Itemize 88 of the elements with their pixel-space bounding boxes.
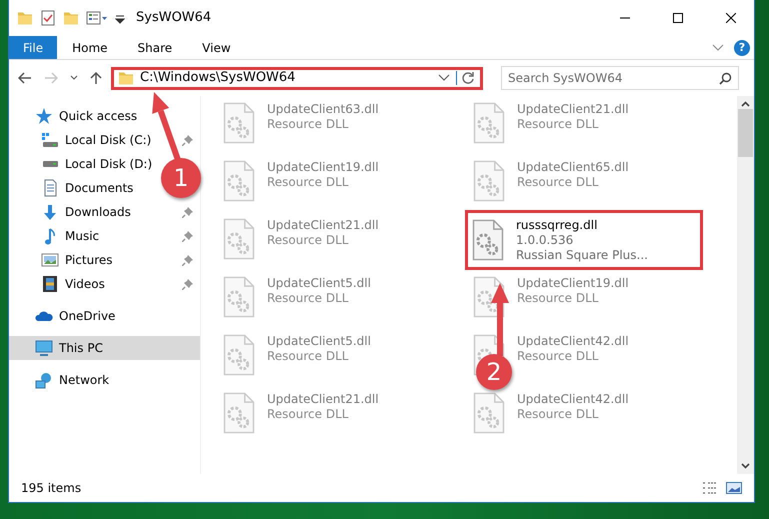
- network-globe-icon: [35, 372, 53, 388]
- scroll-up-icon[interactable]: [741, 101, 750, 107]
- dll-file-icon: [221, 392, 257, 434]
- file-name: UpdateClient21.dll: [267, 392, 379, 407]
- up-arrow-icon: [90, 71, 102, 85]
- scrollbar-thumb[interactable]: [738, 109, 753, 157]
- file-name: UpdateClient63.dll: [267, 102, 379, 117]
- dll-file-icon: [471, 102, 507, 144]
- large-icons-view-icon[interactable]: [726, 481, 742, 495]
- quick-access-star-icon: [35, 107, 53, 125]
- drive-icon: [41, 132, 59, 148]
- scrollbar[interactable]: [737, 96, 754, 474]
- search-icon: [719, 72, 732, 85]
- file-detail: Resource DLL: [267, 117, 348, 132]
- file-name: UpdateClient42.dll: [517, 334, 629, 349]
- file-name: UpdateClient5.dll: [267, 334, 371, 349]
- file-name: UpdateClient21.dll: [267, 218, 379, 233]
- sidebar-item[interactable]: Network: [33, 369, 112, 391]
- back-arrow-icon: [18, 72, 32, 84]
- dll-file-icon: [471, 160, 507, 202]
- file-name: UpdateClient65.dll: [517, 160, 629, 175]
- file-detail: 1.0.0.536: [516, 232, 574, 248]
- file-detail: Resource DLL: [267, 349, 348, 364]
- file-detail: Resource DLL: [517, 291, 598, 306]
- music-note-icon: [44, 228, 56, 244]
- dll-file-icon: [471, 392, 507, 434]
- download-arrow-icon: [43, 204, 57, 220]
- pictures-icon: [41, 253, 59, 267]
- sidebar-item[interactable]: Videos: [39, 273, 107, 295]
- file-detail: Russian Square Plus...: [516, 248, 648, 262]
- dll-file-icon: [221, 160, 257, 202]
- file-detail: Resource DLL: [267, 175, 348, 190]
- cloud-icon: [35, 310, 53, 322]
- drive-icon: [42, 160, 58, 168]
- forward-arrow-icon: [44, 72, 58, 84]
- close-icon: [726, 13, 736, 23]
- dll-file-icon: [221, 334, 257, 376]
- file-name: UpdateClient19.dll: [517, 276, 629, 291]
- sidebar-item[interactable]: Music: [39, 225, 102, 247]
- address-path: C:\Windows\SysWOW64: [140, 69, 296, 88]
- file-name: UpdateClient21.dll: [517, 102, 629, 117]
- file-detail: Resource DLL: [267, 291, 348, 306]
- document-icon: [44, 179, 56, 197]
- ribbon-tab[interactable]: Home: [57, 36, 123, 59]
- file-detail: Resource DLL: [517, 175, 598, 190]
- details-view-icon[interactable]: [702, 481, 718, 495]
- search-field[interactable]: Search SysWOW64: [501, 66, 739, 90]
- sidebar-item[interactable]: Pictures: [39, 249, 115, 271]
- properties-icon[interactable]: [86, 10, 108, 26]
- ribbon-tab[interactable]: View: [187, 36, 246, 59]
- file-detail: Resource DLL: [517, 407, 598, 422]
- sidebar-item[interactable]: Downloads: [39, 201, 133, 223]
- file-detail: Resource DLL: [517, 117, 598, 132]
- sidebar-item[interactable]: Quick access: [33, 105, 140, 127]
- maximize-icon: [673, 13, 683, 23]
- annotation-arrow: [152, 92, 181, 161]
- file-name: russsqrreg.dll: [516, 218, 598, 232]
- file-item[interactable]: russsqrreg.dll 1.0.0.536 Russian Square Plus...: [465, 210, 703, 270]
- item-count: 195 items: [21, 480, 82, 497]
- sidebar-item[interactable]: Documents: [39, 177, 136, 199]
- dropdown-caret-icon[interactable]: [438, 74, 450, 82]
- computer-icon: [35, 340, 53, 356]
- file-name: UpdateClient19.dll: [267, 160, 379, 175]
- address-bar[interactable]: C:\Windows\SysWOW64: [111, 66, 483, 90]
- dll-file-icon: [221, 218, 257, 260]
- file-detail: Resource DLL: [267, 233, 348, 248]
- file-name: UpdateClient42.dll: [517, 392, 629, 407]
- file-detail: Resource DLL: [517, 349, 598, 364]
- dll-file-icon: [221, 102, 257, 144]
- expand-ribbon-icon[interactable]: [712, 44, 724, 52]
- dll-file-icon: [470, 219, 506, 261]
- folder-icon: [118, 72, 134, 84]
- scroll-down-icon[interactable]: [741, 463, 750, 469]
- ribbon-tab[interactable]: Share: [122, 36, 188, 59]
- sidebar-item[interactable]: This PC: [33, 337, 105, 359]
- file-menu-button[interactable]: File: [9, 36, 58, 59]
- help-button[interactable]: ?: [734, 40, 750, 56]
- sidebar-item[interactable]: Local Disk (C:): [39, 129, 154, 151]
- file-detail: Resource DLL: [267, 407, 348, 422]
- sidebar-item[interactable]: Local Disk (D:): [39, 153, 154, 175]
- dll-file-icon: [221, 276, 257, 318]
- sidebar-item[interactable]: OneDrive: [33, 305, 118, 327]
- refresh-icon[interactable]: [456, 71, 476, 85]
- file-name: UpdateClient5.dll: [267, 276, 371, 291]
- window-title: SysWOW64: [136, 9, 212, 28]
- film-strip-icon: [42, 275, 58, 293]
- checklist-icon[interactable]: [40, 10, 56, 26]
- caret-icon: [70, 75, 78, 81]
